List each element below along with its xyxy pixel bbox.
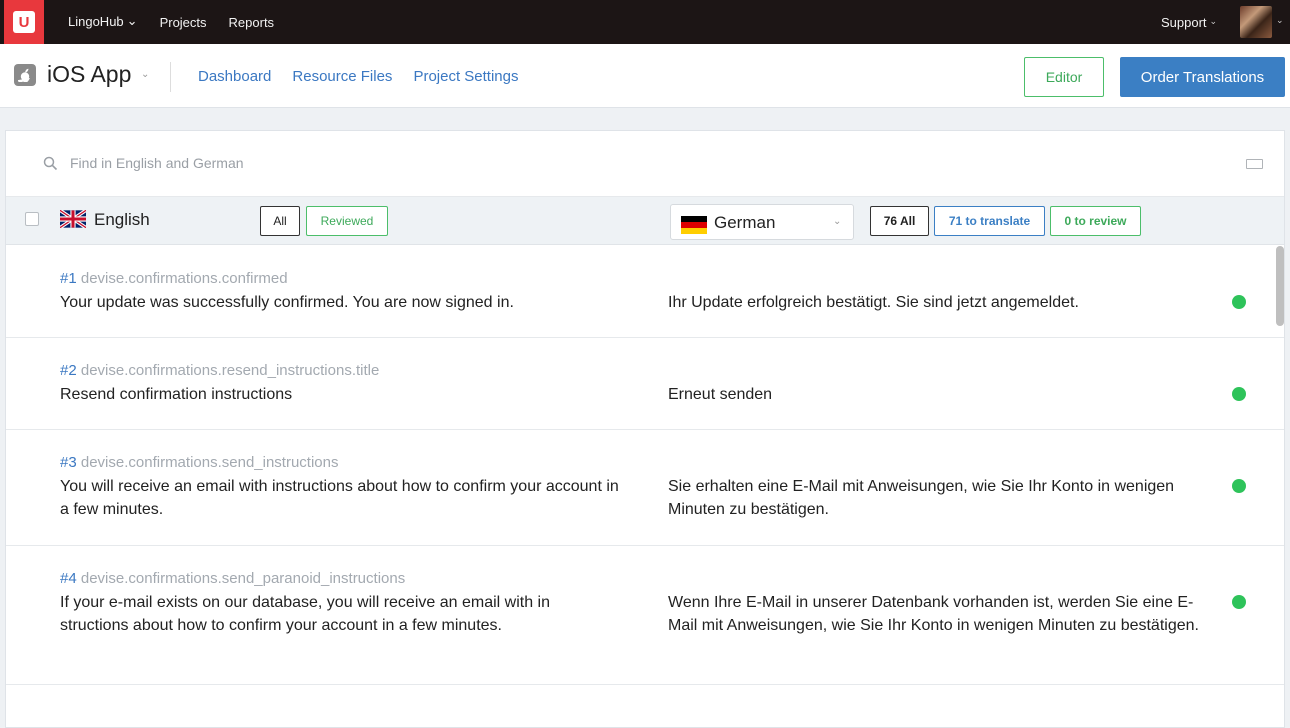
translations-panel: Find in English and German English All R… bbox=[5, 130, 1285, 728]
chevron-down-icon: ⌄ bbox=[1209, 15, 1218, 26]
status-dot-icon bbox=[1232, 295, 1246, 309]
translation-row[interactable]: #4 devise.confirmations.send_paranoid_in… bbox=[6, 546, 1284, 685]
subnav-dashboard[interactable]: Dashboard bbox=[198, 68, 271, 85]
subnav-resource-files[interactable]: Resource Files bbox=[292, 68, 392, 85]
row-key: #2 devise.confirmations.resend_instructi… bbox=[60, 362, 379, 379]
top-nav: LingoHub ⌄ Projects Reports bbox=[68, 0, 274, 44]
target-filter-to-review[interactable]: 0 to review bbox=[1050, 206, 1141, 236]
row-key-name: devise.confirmations.confirmed bbox=[80, 270, 288, 287]
source-language-label: English bbox=[94, 210, 150, 229]
row-number: #4 bbox=[60, 570, 77, 587]
top-nav-lingohub-label: LingoHub bbox=[68, 14, 124, 29]
search-icon bbox=[43, 156, 58, 171]
top-nav-projects[interactable]: Projects bbox=[160, 15, 207, 30]
lingohub-logo[interactable]: U bbox=[4, 0, 44, 44]
chevron-down-icon[interactable]: ⌄ bbox=[141, 69, 149, 80]
status-dot-icon bbox=[1232, 595, 1246, 609]
target-filter-to-translate[interactable]: 71 to translate bbox=[934, 206, 1045, 236]
subnav-project-settings[interactable]: Project Settings bbox=[413, 68, 518, 85]
project-subnav: Dashboard Resource Files Project Setting… bbox=[198, 68, 519, 85]
row-key: #4 devise.confirmations.send_paranoid_in… bbox=[60, 570, 405, 587]
top-bar: U LingoHub ⌄ Projects Reports Support ⌄ ⌄ bbox=[0, 0, 1290, 44]
search-input[interactable]: Find in English and German bbox=[70, 155, 244, 171]
select-all-checkbox[interactable] bbox=[25, 212, 39, 226]
target-language-label: German bbox=[714, 213, 776, 232]
source-text: If your e-mail exists on our database, y… bbox=[60, 594, 550, 634]
germany-flag-icon bbox=[681, 216, 707, 234]
target-language-select[interactable]: German ⌄ bbox=[670, 204, 854, 240]
chevron-down-icon: ⌄ bbox=[126, 13, 138, 28]
logo-icon: U bbox=[13, 11, 35, 33]
translation-row[interactable]: #3 devise.confirmations.send_instruction… bbox=[6, 430, 1284, 546]
search-bar[interactable]: Find in English and German bbox=[6, 131, 1284, 197]
source-text: Your update was successfully confirmed. … bbox=[60, 294, 514, 311]
apple-icon bbox=[14, 64, 36, 86]
status-dot-icon bbox=[1232, 479, 1246, 493]
target-text[interactable]: Wenn Ihre E-Mail in unserer Datenbank vo… bbox=[668, 591, 1218, 637]
target-filter-all[interactable]: 76 All bbox=[870, 206, 929, 236]
source-filter-all[interactable]: All bbox=[260, 206, 300, 236]
source-text: Resend confirmation instructions bbox=[60, 386, 293, 403]
project-title[interactable]: iOS App bbox=[47, 61, 131, 88]
translation-row[interactable]: #2 devise.confirmations.resend_instructi… bbox=[6, 338, 1284, 430]
row-number: #2 bbox=[60, 362, 77, 379]
row-number: #1 bbox=[60, 270, 77, 287]
source-filter-reviewed[interactable]: Reviewed bbox=[306, 206, 388, 236]
uk-flag-icon bbox=[60, 210, 86, 228]
source-text: You will receive an email with instructi… bbox=[60, 478, 619, 518]
top-nav-reports[interactable]: Reports bbox=[229, 15, 275, 30]
top-nav-lingohub[interactable]: LingoHub ⌄ bbox=[68, 13, 138, 30]
keyboard-icon[interactable] bbox=[1246, 159, 1263, 169]
chevron-down-icon: ⌄ bbox=[833, 216, 842, 227]
project-header: iOS App ⌄ Dashboard Resource Files Proje… bbox=[0, 44, 1290, 108]
filter-bar: English All Reviewed German ⌄ 76 All 71 … bbox=[6, 197, 1284, 245]
row-key-name: devise.confirmations.send_paranoid_instr… bbox=[80, 570, 406, 587]
row-key: #3 devise.confirmations.send_instruction… bbox=[60, 454, 339, 471]
scrollbar[interactable] bbox=[1276, 246, 1284, 326]
editor-button[interactable]: Editor bbox=[1024, 57, 1104, 97]
target-text[interactable]: Ihr Update erfolgreich bestätigt. Sie si… bbox=[668, 291, 1218, 314]
header-divider bbox=[170, 62, 171, 92]
user-avatar[interactable] bbox=[1240, 6, 1272, 38]
logo-letter: U bbox=[18, 13, 30, 31]
chevron-down-icon[interactable]: ⌄ bbox=[1276, 15, 1284, 26]
row-key-name: devise.confirmations.send_instructions bbox=[80, 454, 339, 471]
support-label: Support bbox=[1161, 14, 1207, 30]
target-text[interactable]: Erneut senden bbox=[668, 383, 1218, 406]
translation-row[interactable]: #1 devise.confirmations.confirmed Your u… bbox=[6, 246, 1284, 338]
row-key-name: devise.confirmations.resend_instructions… bbox=[80, 362, 380, 379]
support-menu[interactable]: Support ⌄ bbox=[1161, 0, 1217, 44]
row-key: #1 devise.confirmations.confirmed bbox=[60, 270, 288, 287]
status-dot-icon bbox=[1232, 387, 1246, 401]
order-translations-button[interactable]: Order Translations bbox=[1120, 57, 1285, 97]
target-text[interactable]: Sie erhalten eine E-Mail mit Anweisungen… bbox=[668, 475, 1218, 521]
row-number: #3 bbox=[60, 454, 77, 471]
